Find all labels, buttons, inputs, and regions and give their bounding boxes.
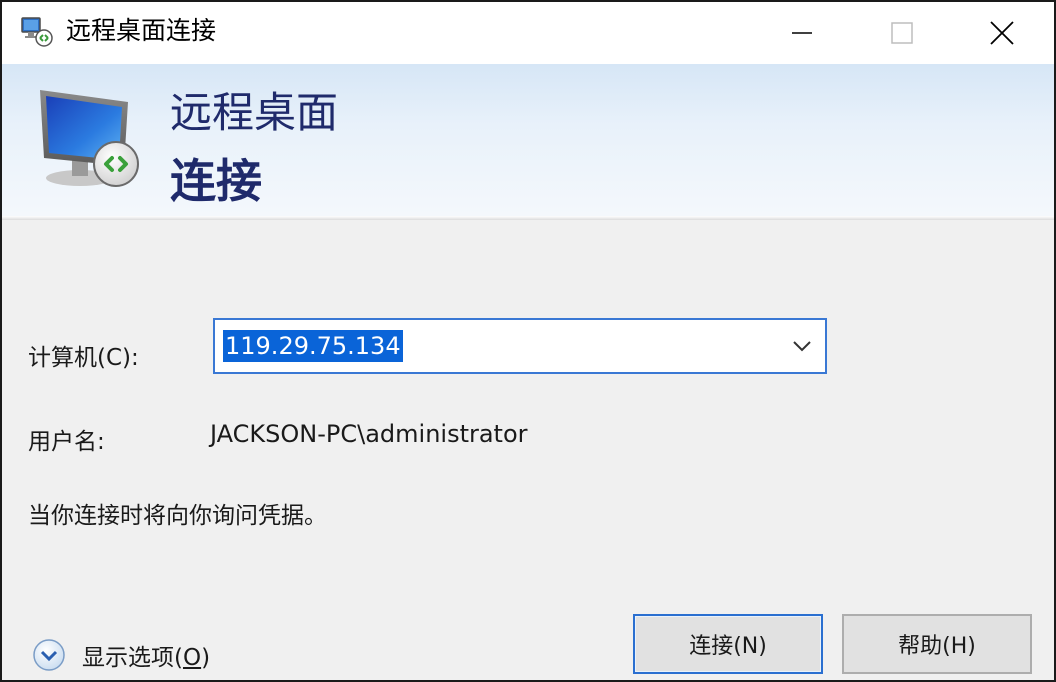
maximize-button[interactable] — [852, 2, 952, 64]
banner-title-line1: 远程桌面 — [170, 88, 339, 137]
minimize-button[interactable] — [752, 2, 852, 64]
remote-desktop-monitor-icon — [40, 90, 139, 187]
remote-desktop-app-icon — [21, 17, 53, 47]
computer-combobox[interactable]: 119.29.75.134 — [213, 318, 827, 374]
title-bar: 远程桌面连接 — [2, 2, 1054, 64]
header-banner — [2, 64, 1054, 216]
minimize-icon — [792, 32, 812, 34]
chevron-down-icon — [793, 341, 811, 352]
username-value: JACKSON-PC\administrator — [210, 420, 528, 448]
close-button[interactable] — [952, 2, 1052, 64]
computer-label: 计算机(C): — [28, 345, 139, 371]
show-options-label-suffix: ) — [201, 645, 211, 671]
connect-button[interactable]: 连接(N) — [633, 614, 823, 674]
banner-divider — [2, 216, 1054, 220]
show-options-label: 显示选项(O) — [82, 638, 210, 672]
username-label: 用户名: — [28, 429, 105, 455]
expand-circle-chevron-down-icon — [33, 639, 65, 671]
remote-desktop-connection-window: 远程桌面连接 远程桌面 连接 计算机(C): 119.29.75.134 用户名… — [0, 0, 1056, 682]
banner-title-line2: 连接 — [170, 154, 262, 208]
close-icon — [990, 21, 1014, 45]
show-options-toggle[interactable]: 显示选项(O) — [32, 632, 210, 678]
computer-input[interactable]: 119.29.75.134 — [223, 330, 403, 362]
show-options-mnemonic: O — [182, 645, 202, 671]
help-button[interactable]: 帮助(H) — [842, 614, 1032, 674]
computer-dropdown-button[interactable] — [785, 330, 819, 362]
maximize-icon — [891, 22, 913, 44]
window-title: 远程桌面连接 — [66, 16, 217, 45]
show-options-label-prefix: 显示选项( — [82, 645, 183, 671]
credentials-notice: 当你连接时将向你询问凭据。 — [28, 503, 327, 529]
